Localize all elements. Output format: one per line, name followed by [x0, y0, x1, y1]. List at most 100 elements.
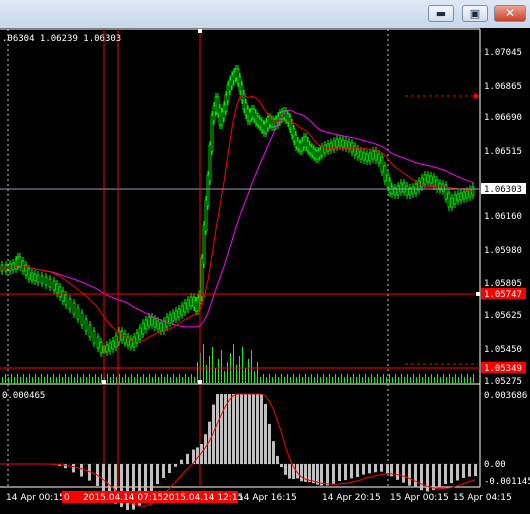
volume-bar — [356, 377, 357, 383]
volume-bar — [239, 356, 240, 383]
volume-bar — [191, 374, 192, 383]
volume-bar — [452, 377, 453, 383]
volume-bar — [362, 377, 363, 383]
candle-body — [362, 152, 366, 161]
histogram-bar — [288, 464, 291, 479]
volume-bar — [128, 377, 129, 383]
histogram-bar — [72, 464, 75, 473]
volume-bar — [308, 377, 309, 383]
volume-bar — [431, 374, 432, 383]
histogram-bar — [162, 464, 165, 479]
candle-body — [111, 340, 115, 350]
volume-bar — [146, 377, 147, 383]
volume-bar — [470, 377, 471, 383]
volume-bar — [275, 374, 276, 383]
volume-bar — [434, 377, 435, 383]
histogram-bar — [196, 447, 199, 464]
histogram-bar — [438, 464, 441, 488]
volume-bar — [251, 350, 252, 383]
minimize-icon: ▬ — [435, 7, 447, 20]
candle-body — [371, 150, 375, 160]
time-axis-label: 14 Apr 16:15 — [238, 493, 297, 503]
candle-body — [153, 318, 157, 328]
histogram-bar — [256, 394, 259, 464]
volume-bar — [203, 344, 204, 383]
maximize-button[interactable]: ▣ — [462, 5, 488, 22]
volume-bar — [32, 377, 33, 383]
volume-bar — [263, 374, 264, 383]
line-anchor-handle[interactable] — [198, 29, 202, 33]
volume-bar — [143, 374, 144, 383]
volume-bar — [461, 374, 462, 383]
volume-bar — [338, 377, 339, 383]
line-anchor-handle[interactable] — [198, 380, 202, 384]
volume-bar — [56, 377, 57, 383]
volume-bar — [305, 374, 306, 383]
histogram-bar — [444, 464, 447, 485]
volume-bar — [404, 377, 405, 383]
histogram-bar — [450, 464, 453, 484]
volume-bar — [26, 377, 27, 383]
candle-body — [468, 188, 472, 198]
candle-body — [399, 182, 403, 193]
histogram-bar — [252, 394, 255, 464]
histogram-bar — [414, 464, 417, 488]
volume-bar — [35, 374, 36, 383]
candle-body — [27, 268, 31, 280]
line-anchor-handle[interactable] — [476, 292, 480, 296]
price-axis-label: 1.05450 — [484, 345, 522, 355]
candle-body — [332, 140, 336, 150]
volume-bar — [368, 377, 369, 383]
volume-bar — [326, 377, 327, 383]
volume-bar — [380, 377, 381, 383]
candle-body — [365, 153, 369, 162]
volume-bar — [410, 377, 411, 383]
price-axis-label: 1.06865 — [484, 82, 522, 92]
volume-bar — [38, 377, 39, 383]
volume-bar — [314, 377, 315, 383]
volume-bar — [215, 368, 216, 383]
volume-bar — [98, 377, 99, 383]
volume-bar — [281, 374, 282, 383]
close-button[interactable]: ✕ — [494, 5, 526, 22]
candle-body — [114, 335, 118, 348]
time-highlight-label: 2015.04.14 12:15 — [163, 493, 243, 503]
volume-bar — [455, 374, 456, 383]
histogram-bar — [338, 464, 341, 482]
volume-bar — [257, 362, 258, 383]
candle-body — [48, 278, 52, 288]
candle-body — [453, 194, 457, 205]
candle-body — [180, 305, 184, 316]
volume-bar — [8, 377, 9, 383]
candle-body — [11, 262, 15, 271]
minimize-button[interactable]: ▬ — [428, 5, 454, 22]
volume-bar — [248, 359, 249, 383]
volume-bar — [125, 374, 126, 383]
histogram-bar — [420, 464, 423, 491]
volume-bar — [149, 374, 150, 383]
candle-body — [76, 307, 80, 320]
volume-bar — [5, 374, 6, 383]
candle-body — [168, 314, 172, 324]
histogram-bar — [386, 464, 389, 474]
price-axis-label: 1.06690 — [484, 113, 522, 123]
histogram-bar — [284, 464, 287, 475]
volume-bar — [386, 377, 387, 383]
histogram-bar — [216, 394, 219, 464]
line-anchor-handle[interactable] — [102, 380, 106, 384]
histogram-bar — [320, 464, 323, 486]
volume-bar — [458, 377, 459, 383]
volume-bar — [83, 374, 84, 383]
candle-body — [350, 142, 354, 153]
price-chart[interactable]: .06304 1.06239 1.06303 0.000465 1.07045 … — [0, 28, 530, 514]
volume-bar — [401, 374, 402, 383]
volume-bar — [50, 377, 51, 383]
volume-bar — [392, 377, 393, 383]
histogram-bar — [408, 464, 411, 486]
resize-corner[interactable] — [486, 504, 530, 514]
candle-body — [465, 190, 469, 199]
histogram-bar — [374, 464, 377, 473]
candle-body — [411, 186, 415, 195]
candle-body — [96, 336, 100, 349]
volume-bar — [389, 374, 390, 383]
